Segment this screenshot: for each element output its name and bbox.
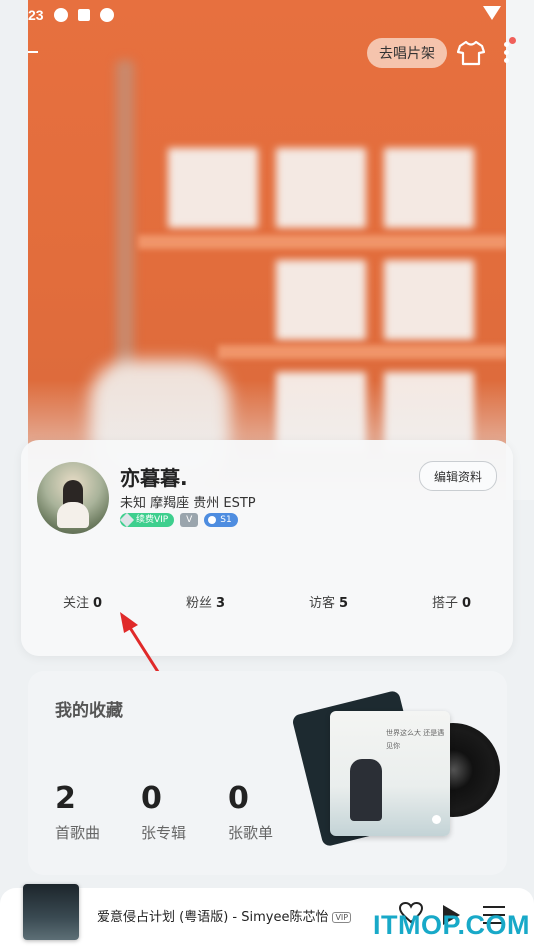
stat-value: 3 [215,596,226,611]
now-playing-title: 爱意侵占计划 (粤语版) - Simyee陈芯怡 VIP [97,906,352,925]
vip-badge[interactable]: 续费VIP [120,513,175,527]
profile-card: 亦暮暮. 未知 摩羯座 贵州 ESTP 续费VIP V S1 编辑资料 关注 0 … [21,440,513,656]
now-playing-cover[interactable] [23,884,79,940]
collection-count: 0 [141,781,162,816]
wifi-icon [483,6,501,20]
avatar[interactable] [37,462,109,534]
collection-songs[interactable]: 2 首歌曲 [55,781,100,843]
stat-label: 访客 [308,596,335,611]
nickname: 亦暮暮. [120,466,188,490]
collection-albums[interactable]: 0 张专辑 [141,781,186,843]
more-icon[interactable] [502,42,510,64]
edit-profile-button[interactable]: 编辑资料 [419,461,497,491]
song-title: 爱意侵占计划 (粤语版) - Simyee陈芯怡 [97,910,329,925]
stat-value: 5 [338,596,349,611]
collection-count: 2 [55,781,76,816]
stat-partners[interactable]: 搭子 0 [390,592,513,611]
verified-badge-icon[interactable]: V [180,513,199,527]
notification-icon [77,9,90,21]
app-notification-icon [53,8,68,22]
background-frame [168,148,258,228]
right-edge [506,0,534,500]
collection-playlists[interactable]: 0 张歌单 [228,781,273,843]
record-shelf-button[interactable]: 去唱片架 [367,38,447,68]
notification-dot [509,37,516,44]
background-guitar [116,60,134,390]
stat-visitors[interactable]: 访客 5 [267,592,390,611]
background-frame [384,260,474,340]
background-shelf [218,345,506,359]
collection-card[interactable]: 我的收藏 2 首歌曲 0 张专辑 0 张歌单 世界这么大 还是遇见你 [28,671,507,875]
stat-label: 关注 [62,596,89,611]
collection-label: 张歌单 [228,824,274,842]
album-cover-text: 世界这么大 还是遇见你 [386,729,445,750]
collection-label: 首歌曲 [55,824,101,842]
profile-meta: 未知 摩羯座 贵州 ESTP [120,496,256,511]
collection-count: 0 [228,781,249,816]
vip-tag: VIP [332,912,352,923]
status-bar: 23 [28,4,114,26]
background-frame [276,148,366,228]
status-time: 23 [28,7,44,23]
stat-label: 搭子 [431,596,458,611]
level-badge[interactable]: S1 [204,513,238,527]
album-indicator-dot [432,815,441,824]
stats-row: 关注 0 粉丝 3 访客 5 搭子 0 [21,592,513,611]
background-frame [276,260,366,340]
stat-value: 0 [461,596,472,611]
badge-row: 续费VIP V S1 [120,513,238,527]
background-frame [384,148,474,228]
background-shelf [138,235,506,249]
back-icon[interactable] [28,51,38,53]
watermark: ITMOP.COM [373,910,531,940]
collection-label: 张专辑 [141,824,187,842]
profile-background [28,0,506,500]
browser-notification-icon [99,8,114,22]
stat-value: 0 [92,596,103,611]
outfit-icon[interactable] [457,40,485,66]
collection-title: 我的收藏 [55,701,123,721]
